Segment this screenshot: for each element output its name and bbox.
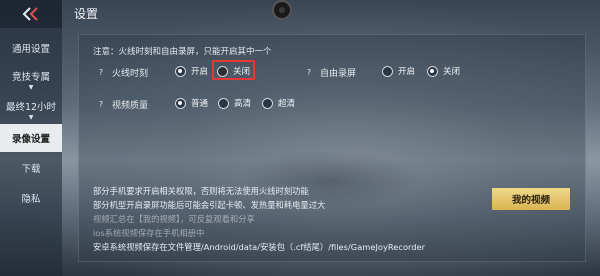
help-icon[interactable]: ?: [304, 68, 314, 78]
radio-label: 高清: [234, 99, 252, 109]
sidebar-item-label: 竞技专属: [11, 72, 50, 83]
radio-label: 关闭: [443, 67, 461, 77]
sidebar-item-download[interactable]: 下载: [0, 154, 62, 182]
radio-label: 超清: [278, 99, 296, 109]
quality-label: 视频质量: [112, 101, 149, 111]
double-chevron-left-icon: [22, 7, 38, 21]
free-record-on-radio[interactable]: 开启: [382, 65, 415, 77]
quality-label-row: ? 视频质量: [96, 98, 148, 111]
free-record-off-radio[interactable]: 关闭: [427, 65, 460, 77]
sidebar-item-recording[interactable]: 录像设置: [0, 124, 62, 152]
camera-icon: [272, 0, 292, 20]
info-line: ios系统视频保存在手机相册中: [93, 228, 205, 238]
sidebar-item-label: 隐私: [21, 194, 41, 205]
radio-indicator: [262, 97, 273, 109]
sidebar-item-general[interactable]: 通用设置: [0, 34, 62, 62]
free-record-label: 自由录屏: [320, 69, 357, 79]
sidebar-item-label: 录像设置: [11, 134, 50, 145]
sidebar-item-final-12h[interactable]: 最终12小时 ▼: [0, 96, 62, 124]
quality-hd-radio[interactable]: 高清: [218, 97, 251, 109]
radio-label: 开启: [191, 67, 209, 77]
info-line: 部分手机要求开启相关权限，否则将无法使用火线时刻功能: [93, 186, 309, 196]
triangle-down-icon: ▼: [28, 114, 34, 121]
radio-indicator: [382, 65, 393, 77]
sidebar-item-label: 通用设置: [11, 44, 50, 55]
highlight-box: [212, 60, 255, 80]
radio-indicator: [218, 97, 229, 109]
settings-note: 注意：火线时刻和自由录屏，只能开启其中一个: [93, 47, 272, 57]
radio-indicator: [175, 97, 186, 109]
my-video-button[interactable]: 我的视频: [492, 188, 570, 210]
sidebar-item-label: 最终12小时: [5, 102, 57, 113]
radio-label: 开启: [398, 67, 416, 77]
free-record-label-row: ? 自由录屏: [304, 66, 356, 79]
quality-uhd-radio[interactable]: 超清: [262, 97, 295, 109]
info-line: 安卓系统视频保存在文件管理/Android/data/安装包（.cf结尾）/fi…: [93, 242, 426, 252]
sidebar-item-competitive[interactable]: 竞技专属 ▼: [0, 66, 62, 94]
radio-label: 普通: [191, 99, 209, 109]
fireline-label: 火线时刻: [112, 69, 149, 79]
fireline-on-radio[interactable]: 开启: [175, 65, 208, 77]
fireline-label-row: ? 火线时刻: [96, 66, 148, 79]
sidebar: 通用设置 竞技专属 ▼ 最终12小时 ▼ 录像设置 下载 隐私: [0, 0, 62, 276]
radio-indicator: [427, 65, 438, 77]
info-line: 视频汇总在【我的视频】，可反复观看和分享: [93, 214, 255, 224]
sidebar-item-label: 下载: [21, 164, 41, 175]
quality-normal-radio[interactable]: 普通: [175, 97, 208, 109]
page-title: 设置: [74, 7, 99, 21]
help-icon[interactable]: ?: [96, 100, 106, 110]
triangle-down-icon: ▼: [28, 84, 34, 91]
back-button[interactable]: [0, 0, 62, 28]
radio-indicator: [175, 65, 186, 77]
help-icon[interactable]: ?: [96, 68, 106, 78]
sidebar-item-privacy[interactable]: 隐私: [0, 184, 62, 212]
info-line: 部分机型开启录屏功能后可能会引起卡顿、发热量和耗电量过大: [93, 200, 326, 210]
